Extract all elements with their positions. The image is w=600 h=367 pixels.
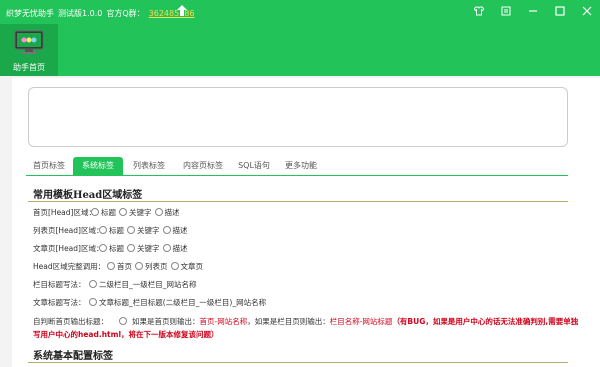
radio-circle: [99, 226, 107, 234]
option-label: 标题: [109, 225, 124, 235]
title-info: 织梦无忧助手 测试版1.0.0 官方Q群： 362485386: [6, 8, 194, 19]
radio-option[interactable]: [119, 317, 129, 325]
radio-circle: [154, 208, 163, 216]
option-label: 列表页: [145, 261, 168, 271]
option-label: 文章标题_栏目标题(二级栏目_一级栏目)_网站名称: [99, 297, 267, 307]
option-label: 关键字: [137, 243, 160, 253]
row-label: 文章标题写法：: [33, 297, 86, 307]
option-label: 标题: [109, 243, 124, 253]
auto-judge-value1: 首页-网站名称: [199, 316, 248, 326]
tab-sql[interactable]: SQL语句: [231, 157, 277, 175]
row-article-head: 文章页[Head]区域： 标题 关键字 描述: [33, 242, 191, 254]
row-label: 首页[Head]区域：: [33, 207, 96, 217]
radio-option[interactable]: 标题: [99, 243, 124, 254]
radio-option[interactable]: 关键字: [127, 243, 160, 254]
row-label: 自判断首页输出标题：: [33, 316, 108, 326]
option-label: 标题: [101, 207, 116, 217]
tab-more[interactable]: 更多功能: [277, 157, 325, 175]
radio-circle: [89, 280, 97, 288]
menu-icon: [501, 6, 510, 16]
tab-home[interactable]: 首页标签: [26, 157, 72, 175]
tab-list[interactable]: 列表标签: [124, 157, 174, 175]
option-label: 首页: [117, 261, 132, 271]
row-label: 文章页[Head]区域：: [33, 243, 104, 253]
tab-system[interactable]: 系统标签: [73, 157, 123, 175]
row-list-head: 列表页[Head]区域： 标题 关键字 描述: [33, 224, 191, 236]
radio-circle: [127, 244, 135, 252]
upgrade-arrow-icon[interactable]: [177, 5, 187, 17]
option-label: 二级栏目_一级栏目_网站名称: [99, 279, 197, 289]
radio-circle: [89, 298, 97, 306]
radio-circle: [162, 226, 171, 234]
row-column-title: 栏目标题写法： 二级栏目_一级栏目_网站名称: [33, 278, 200, 290]
radio-circle: [107, 262, 115, 270]
radio-option[interactable]: 列表页: [135, 261, 168, 272]
row-article-title: 文章标题写法： 文章标题_栏目标题(二级栏目_一级栏目)_网站名称: [33, 296, 269, 308]
auto-judge-text1: 如果是首页则输出：: [132, 316, 200, 326]
minimize-button[interactable]: [519, 0, 546, 22]
section-divider: [28, 362, 568, 363]
row-auto-judge: 自判断首页输出标题： 如果是首页则输出： 首页-网站名称 ，如果是栏目页则输出：…: [33, 315, 578, 327]
radio-circle: [119, 208, 127, 216]
monitor-icon: [14, 30, 44, 54]
radio-option[interactable]: 标题: [99, 225, 124, 236]
radio-option[interactable]: 首页: [107, 261, 132, 272]
radio-circle: [162, 244, 171, 252]
bug-warning-cont: 写用户中心的head.html，将在下一版本修复该问题）: [33, 330, 219, 339]
section-divider: [28, 201, 568, 202]
nav-home-label: 助手首页: [13, 63, 45, 72]
row-head-call: Head区域完整调用： 首页 列表页 文章页: [33, 260, 206, 272]
radio-option[interactable]: 文章页: [170, 261, 204, 272]
radio-option[interactable]: 描述: [162, 225, 188, 236]
auto-judge-value2: 栏目名称-网站标题: [329, 316, 393, 326]
option-label: 关键字: [137, 225, 160, 235]
row-label: 栏目标题写法：: [33, 279, 86, 289]
qq-label: 官方Q群：: [106, 9, 145, 18]
option-label: 文章页: [180, 261, 204, 271]
option-label: 描述: [164, 207, 180, 217]
maximize-icon: [554, 6, 565, 16]
section-system-title: 系统基本配置标签: [33, 351, 113, 362]
skin-button[interactable]: [465, 0, 492, 22]
radio-circle: [135, 262, 143, 270]
section-head-title: 常用模板Head区域标签: [33, 190, 143, 201]
title-bar: 织梦无忧助手 测试版1.0.0 官方Q群： 362485386 助手首页: [0, 0, 600, 76]
tab-bar: 首页标签 系统标签 列表标签 内容页标签 SQL语句 更多功能: [26, 157, 568, 176]
radio-circle: [170, 262, 179, 270]
radio-option[interactable]: 标题: [91, 207, 116, 218]
radio-option[interactable]: 描述: [162, 243, 188, 254]
radio-option[interactable]: 文章标题_栏目标题(二级栏目_一级栏目)_网站名称: [89, 297, 266, 308]
option-label: 描述: [172, 225, 188, 235]
window-controls: [465, 0, 600, 22]
radio-option[interactable]: 描述: [154, 207, 180, 218]
nav-home-tab[interactable]: 助手首页: [0, 24, 58, 76]
radio-option[interactable]: 二级栏目_一级栏目_网站名称: [89, 279, 197, 290]
tab-content[interactable]: 内容页标签: [175, 157, 231, 175]
app-name: 织梦无忧助手: [6, 9, 54, 18]
settings-button[interactable]: [492, 0, 519, 22]
output-textarea[interactable]: [28, 87, 568, 147]
maximize-button[interactable]: [546, 0, 573, 22]
qq-link[interactable]: 362485386: [149, 9, 195, 18]
minimize-icon: [528, 10, 537, 12]
radio-circle: [99, 244, 107, 252]
radio-circle: [119, 317, 127, 325]
row-label: Head区域完整调用：: [33, 261, 106, 271]
option-label: 关键字: [129, 207, 152, 217]
close-icon: [582, 6, 591, 16]
shirt-icon: [473, 6, 484, 16]
radio-circle: [127, 226, 135, 234]
bug-warning: （有BUG，如果是用户中心的话无法准确判别,需要单独: [392, 316, 579, 326]
auto-judge-text2: ，如果是栏目页则输出：: [247, 316, 330, 326]
row-label: 列表页[Head]区域：: [33, 225, 104, 235]
option-label: 描述: [172, 243, 188, 253]
radio-option[interactable]: 关键字: [119, 207, 152, 218]
close-button[interactable]: [573, 0, 600, 22]
radio-circle: [91, 208, 99, 216]
app-version: 测试版1.0.0: [58, 9, 103, 18]
radio-option[interactable]: 关键字: [127, 225, 160, 236]
row-home-head: 首页[Head]区域： 标题 关键字 描述: [33, 206, 183, 218]
